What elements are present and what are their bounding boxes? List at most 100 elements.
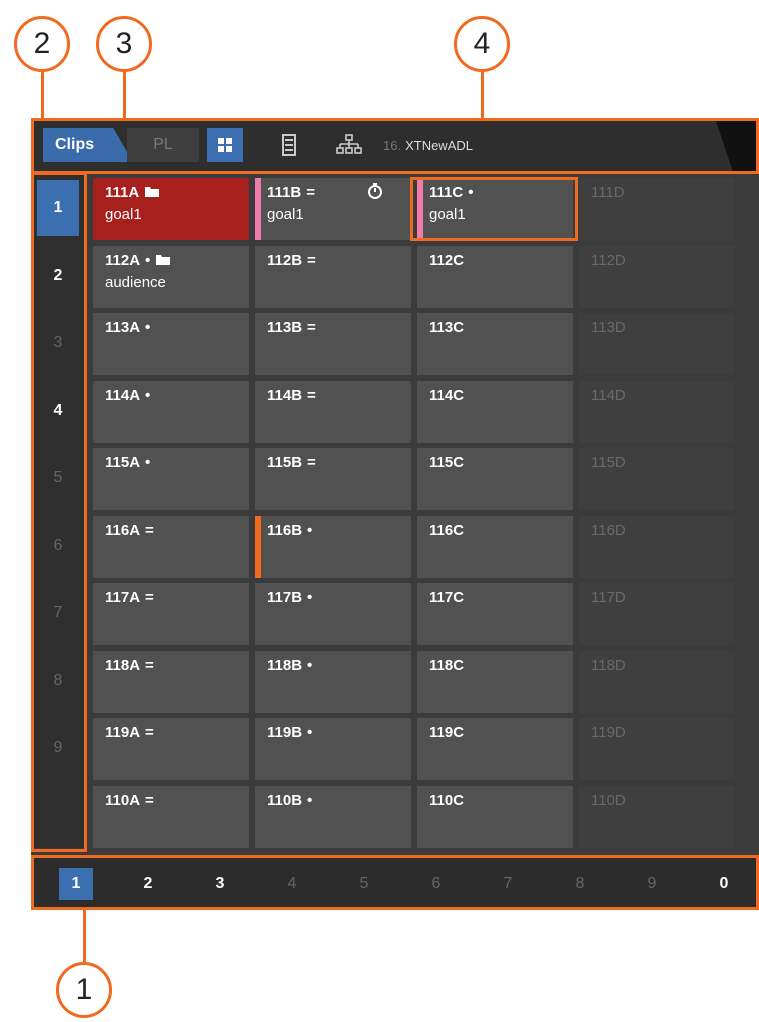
clip-label: goal1 — [105, 206, 142, 223]
clip-name: 110D — [591, 792, 735, 810]
clip-name: 112A • — [105, 252, 249, 270]
clip-cell-117b[interactable]: 117B • — [255, 583, 411, 645]
clip-cell-112d[interactable]: 112D — [579, 245, 735, 308]
clip-id: 118B — [267, 656, 303, 674]
clip-cell-111a[interactable]: 111A goal1 — [93, 178, 249, 240]
clip-cell-113d[interactable]: 113D — [579, 313, 735, 375]
clip-cell-115b[interactable]: 115B = — [255, 448, 411, 510]
clip-cell-114d[interactable]: 114D — [579, 380, 735, 443]
clip-name: 116C — [429, 522, 573, 540]
clip-marker: • — [307, 589, 313, 606]
clip-name: 119B • — [267, 724, 411, 742]
callout-frame-pagebar — [31, 855, 759, 910]
clip-id: 113C — [429, 319, 465, 336]
clip-cell-114b[interactable]: 114B = — [255, 380, 411, 443]
clip-name: 115C — [429, 454, 573, 472]
clip-cell-115a[interactable]: 115A • — [93, 448, 249, 510]
clip-id: 111B — [267, 184, 302, 201]
clip-id: 114B — [267, 386, 303, 404]
clip-cell-113a[interactable]: 113A • — [93, 313, 249, 375]
clip-cell-110c[interactable]: 110C — [417, 785, 573, 848]
clip-name: 115B = — [267, 454, 411, 472]
clip-cell-110a[interactable]: 110A = — [93, 785, 249, 848]
clip-cell-112c[interactable]: 112C — [417, 245, 573, 308]
clip-name: 113D — [591, 319, 735, 337]
clip-cell-119a[interactable]: 119A = — [93, 718, 249, 780]
clip-cell-117a[interactable]: 117A = — [93, 583, 249, 645]
clip-name: 117B • — [267, 589, 411, 607]
clip-id: 115C — [429, 454, 465, 471]
clip-cell-116a[interactable]: 116A = — [93, 515, 249, 578]
clip-cell-119c[interactable]: 119C — [417, 718, 573, 780]
clip-marker: = — [145, 521, 154, 539]
clip-cell-118d[interactable]: 118D — [579, 650, 735, 713]
clip-cell-111b[interactable]: 111B = goal1 — [255, 178, 411, 240]
clip-name: 113C — [429, 319, 573, 337]
clip-cell-112a[interactable]: 112A • audience — [93, 245, 249, 308]
callout-frame-sidebar — [31, 172, 87, 852]
clip-name: 118B • — [267, 657, 411, 675]
clip-id: 114D — [591, 386, 626, 404]
clip-cell-113c[interactable]: 113C — [417, 313, 573, 375]
clip-cell-115d[interactable]: 115D — [579, 448, 735, 510]
clip-name: 113A • — [105, 319, 249, 337]
clip-cell-116d[interactable]: 116D — [579, 515, 735, 578]
clip-id: 113A — [105, 319, 141, 336]
clip-cell-110d[interactable]: 110D — [579, 785, 735, 848]
clip-cell-115c[interactable]: 115C — [417, 448, 573, 510]
clip-name: 115D — [591, 454, 735, 472]
callout-2-label: 2 — [33, 27, 51, 60]
clip-name: 110C — [429, 792, 573, 810]
clip-marker: = — [307, 251, 316, 269]
clip-cell-116b[interactable]: 116B • — [255, 515, 411, 578]
clip-cell-119b[interactable]: 119B • — [255, 718, 411, 780]
clip-cell-113b[interactable]: 113B = — [255, 313, 411, 375]
clip-marker: = — [307, 319, 316, 336]
clip-cell-111d[interactable]: 111D — [579, 178, 735, 240]
clip-name: 110B • — [267, 792, 411, 810]
callout-1: 1 — [56, 962, 112, 1018]
clip-cell-116c[interactable]: 116C — [417, 515, 573, 578]
clip-id: 115A — [105, 454, 141, 471]
clip-name: 116A = — [105, 522, 249, 540]
clip-id: 110B — [267, 791, 303, 809]
clip-cell-114c[interactable]: 114C — [417, 380, 573, 443]
clip-marker: • — [145, 454, 151, 471]
clip-id: 118C — [429, 656, 465, 674]
clip-cell-118b[interactable]: 118B • — [255, 650, 411, 713]
clip-cell-118c[interactable]: 118C — [417, 650, 573, 713]
clip-id: 112C — [429, 251, 465, 269]
clip-id: 117C — [429, 589, 465, 606]
clip-id: 115B — [267, 454, 303, 471]
clip-name: 112B = — [267, 252, 411, 270]
clip-name: 114D — [591, 387, 735, 405]
clip-cell-110b[interactable]: 110B • — [255, 785, 411, 848]
clip-name: 111B = — [267, 184, 411, 202]
clip-cell-117d[interactable]: 117D — [579, 583, 735, 645]
clip-marker: = — [145, 791, 154, 809]
folder-icon — [156, 254, 171, 265]
clip-marker: • — [307, 791, 313, 809]
clip-id: 119D — [591, 724, 626, 741]
clip-name: 118A = — [105, 657, 249, 675]
clip-marker: • — [145, 319, 151, 336]
clip-name: 118D — [591, 657, 735, 675]
clip-cell-114a[interactable]: 114A • — [93, 380, 249, 443]
clip-marker: = — [306, 184, 315, 201]
callout-4-label: 4 — [473, 27, 491, 60]
clip-name: 117D — [591, 589, 735, 607]
clip-cell-119d[interactable]: 119D — [579, 718, 735, 780]
clip-name: 111D — [591, 184, 735, 202]
clip-id: 115D — [591, 454, 626, 471]
clip-cell-118a[interactable]: 118A = — [93, 650, 249, 713]
clip-cell-117c[interactable]: 117C — [417, 583, 573, 645]
clip-panel: Clips PL 16. XTNewADL 123456789 111A goal1… — [31, 118, 759, 910]
clip-id: 114A — [105, 386, 141, 404]
clip-name: 119A = — [105, 724, 249, 742]
callout-frame-clip-111c — [410, 177, 578, 241]
clip-id: 119A — [105, 724, 141, 741]
clip-id: 110C — [429, 791, 465, 809]
clip-name: 118C — [429, 657, 573, 675]
clip-cell-112b[interactable]: 112B = — [255, 245, 411, 308]
clip-name: 117C — [429, 589, 573, 607]
